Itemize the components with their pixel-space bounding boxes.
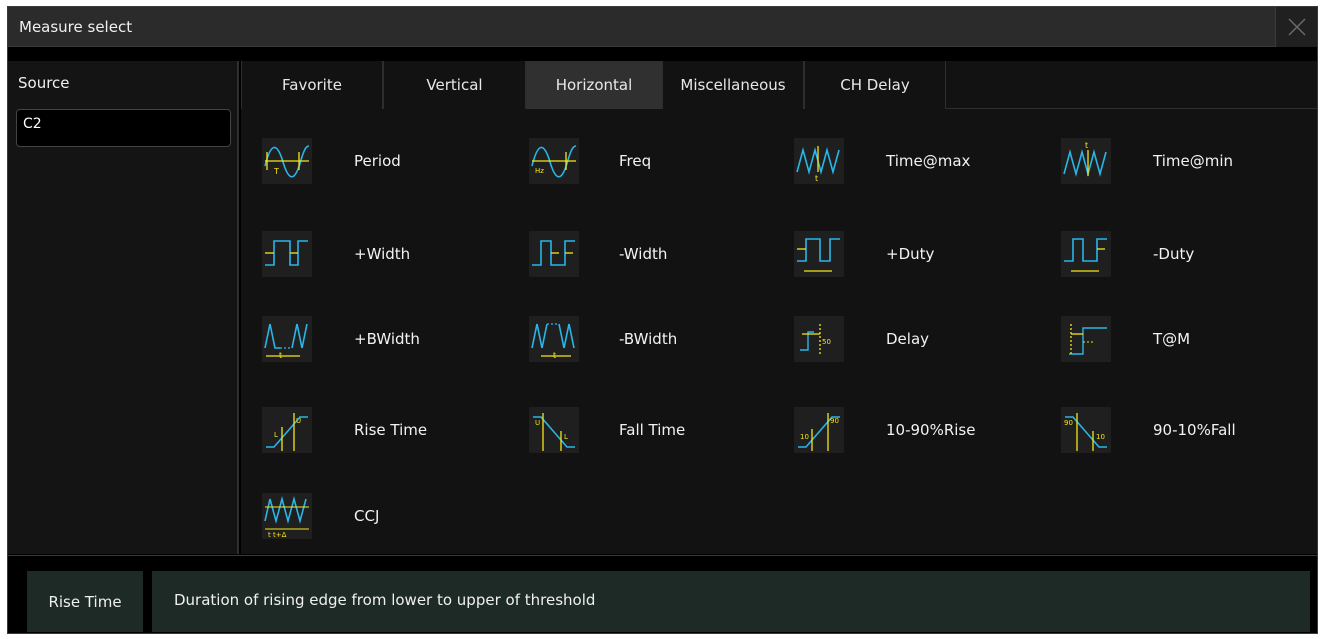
tab-favorite[interactable]: Favorite [241, 61, 383, 109]
svg-text:U: U [535, 419, 540, 427]
measure-item-time-min[interactable]: t Time@min [1061, 134, 1311, 190]
neg-duty-icon [1061, 231, 1111, 277]
measure-item-10-90-rise[interactable]: 10 90 10-90%Rise [794, 403, 1044, 459]
measure-panel: Favorite Vertical Horizontal Miscellaneo… [241, 61, 1317, 554]
source-panel: Source C2 [8, 61, 239, 554]
tab-vertical[interactable]: Vertical [383, 61, 526, 109]
svg-text:U: U [296, 417, 301, 425]
svg-text:10: 10 [1096, 433, 1105, 441]
fall-90-10-icon: 90 10 [1061, 407, 1111, 453]
measure-item-neg-bwidth[interactable]: t -BWidth [529, 312, 779, 368]
svg-text:90: 90 [1064, 419, 1073, 427]
dialog-title: Measure select [19, 18, 133, 36]
measure-item-time-max[interactable]: t Time@max [794, 134, 1044, 190]
tab-bar: Favorite Vertical Horizontal Miscellaneo… [241, 61, 1317, 109]
neg-bwidth-icon: t [529, 316, 579, 362]
close-icon [1288, 18, 1306, 36]
measure-item-period[interactable]: T Period [262, 134, 512, 190]
tab-miscellaneous[interactable]: Miscellaneous [662, 61, 804, 109]
measure-label: 10-90%Rise [886, 421, 976, 439]
measure-label: +BWidth [354, 330, 420, 348]
fall-time-icon: U L [529, 407, 579, 453]
selected-measure-name: Rise Time [27, 571, 143, 632]
measurement-grid: T Period Hz Freq t Time@max t Time@min +… [241, 109, 1317, 554]
measure-label: Freq [619, 152, 652, 170]
selected-measure-description: Duration of rising edge from lower to up… [152, 571, 1310, 632]
measure-label: Time@max [886, 152, 971, 170]
measure-item-freq[interactable]: Hz Freq [529, 134, 779, 190]
svg-text:10: 10 [800, 433, 809, 441]
measure-item-ccj[interactable]: t t+Δ CCJ [262, 489, 512, 545]
measure-item-90-10-fall[interactable]: 90 10 90-10%Fall [1061, 403, 1311, 459]
measure-item-fall-time[interactable]: U L Fall Time [529, 403, 779, 459]
svg-text:t t+Δ: t t+Δ [268, 531, 287, 539]
svg-text:t: t [815, 174, 818, 183]
svg-text:Hz: Hz [535, 167, 544, 175]
measure-item-pos-duty[interactable]: +Duty [794, 227, 1044, 283]
measure-item-pos-bwidth[interactable]: t +BWidth [262, 312, 512, 368]
measure-label: 90-10%Fall [1153, 421, 1236, 439]
source-label: Source [18, 74, 70, 92]
measure-label: Period [354, 152, 401, 170]
tab-ch-delay[interactable]: CH Delay [804, 61, 946, 109]
time-max-icon: t [794, 138, 844, 184]
measure-select-dialog: Measure select Source C2 Favorite Vertic… [7, 6, 1318, 634]
svg-text:L: L [274, 431, 278, 439]
measure-item-t-at-m[interactable]: T@M [1061, 312, 1311, 368]
pos-duty-icon [794, 231, 844, 277]
measure-item-rise-time[interactable]: L U Rise Time [262, 403, 512, 459]
neg-width-icon [529, 231, 579, 277]
measure-item-pos-width[interactable]: +Width [262, 227, 512, 283]
measure-label: T@M [1153, 330, 1191, 348]
measure-label: CCJ [354, 507, 380, 525]
ccj-icon: t t+Δ [262, 493, 312, 539]
svg-text:90: 90 [830, 417, 839, 425]
period-icon: T [262, 138, 312, 184]
svg-text:t: t [279, 351, 282, 360]
measure-label: +Duty [886, 245, 935, 263]
t-at-m-icon [1061, 316, 1111, 362]
rise-10-90-icon: 10 90 [794, 407, 844, 453]
svg-text:t: t [1085, 141, 1088, 150]
measure-item-neg-duty[interactable]: -Duty [1061, 227, 1311, 283]
close-button[interactable] [1275, 7, 1317, 47]
title-bar: Measure select [8, 7, 1317, 47]
pos-bwidth-icon: t [262, 316, 312, 362]
measure-label: Delay [886, 330, 930, 348]
description-bar: Rise Time Duration of rising edge from l… [8, 555, 1317, 633]
svg-text:L: L [564, 433, 568, 441]
measure-item-neg-width[interactable]: -Width [529, 227, 779, 283]
measure-label: Fall Time [619, 421, 686, 439]
svg-text:t: t [553, 351, 556, 360]
rise-time-icon: L U [262, 407, 312, 453]
delay-icon: 50 [794, 316, 844, 362]
measure-label: -Duty [1153, 245, 1195, 263]
svg-text:T: T [273, 167, 279, 176]
measure-label: Time@min [1153, 152, 1233, 170]
measure-label: -BWidth [619, 330, 678, 348]
measure-label: -Width [619, 245, 668, 263]
pos-width-icon [262, 231, 312, 277]
freq-icon: Hz [529, 138, 579, 184]
source-select[interactable]: C2 [16, 109, 231, 147]
time-min-icon: t [1061, 138, 1111, 184]
measure-item-delay[interactable]: 50 Delay [794, 312, 1044, 368]
svg-text:50: 50 [822, 338, 831, 346]
measure-label: Rise Time [354, 421, 428, 439]
measure-label: +Width [354, 245, 411, 263]
tab-horizontal[interactable]: Horizontal [526, 61, 662, 109]
